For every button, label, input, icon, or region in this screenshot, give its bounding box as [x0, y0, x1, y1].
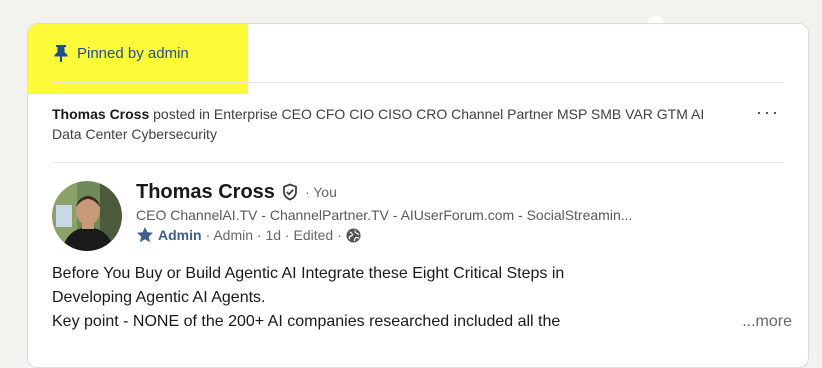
author-name-link[interactable]: Thomas Cross [136, 181, 275, 204]
post-body: Before You Buy or Build Agentic AI Integ… [52, 262, 792, 334]
see-more-link[interactable]: ...more [742, 310, 792, 334]
post-card: Pinned by admin Thomas Cross posted in E… [27, 23, 809, 368]
role-badge: Admin [158, 227, 202, 243]
star-icon [137, 227, 153, 243]
post-meta-text: · Admin · 1d · Edited · [205, 227, 342, 243]
post-body-line: Before You Buy or Build Agentic AI Integ… [52, 265, 565, 282]
divider [52, 82, 784, 83]
divider [52, 162, 784, 163]
post-meta: Admin · Admin · 1d · Edited · [136, 225, 786, 245]
pinned-indicator: Pinned by admin [53, 44, 189, 62]
post-body-line-text: Key point - NONE of the 200+ AI companie… [52, 313, 561, 330]
post-context: Thomas Cross posted in Enterprise CEO CF… [52, 104, 722, 144]
post-body-line: Developing Agentic AI Agents. [52, 289, 266, 306]
pinned-label: Pinned by admin [77, 44, 189, 62]
shield-check-icon [283, 183, 297, 201]
avatar[interactable] [52, 181, 122, 251]
context-action-text: posted in Enterprise CEO CFO CIO CISO CR… [52, 106, 705, 142]
more-options-button[interactable]: ··· [756, 102, 780, 123]
avatar-image [52, 181, 122, 251]
author-line: Thomas Cross · You [136, 179, 786, 205]
post-body-line-last: Key point - NONE of the 200+ AI companie… [52, 310, 792, 334]
context-author-link[interactable]: Thomas Cross [52, 106, 149, 122]
post-author-block: Thomas Cross · You CEO ChannelAI.TV - Ch… [136, 179, 786, 245]
author-headline: CEO ChannelAI.TV - ChannelPartner.TV - A… [136, 207, 633, 223]
globe-icon [346, 227, 361, 243]
pin-icon [54, 45, 68, 62]
connection-degree: · You [304, 184, 337, 200]
